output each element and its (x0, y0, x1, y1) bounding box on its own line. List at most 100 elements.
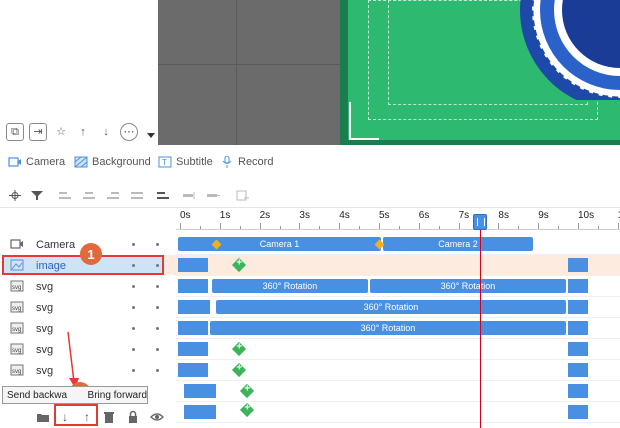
ruler-tick-label: 9s (538, 210, 549, 221)
add-row-icon[interactable] (182, 190, 196, 201)
lock-toggle[interactable] (156, 285, 159, 288)
add-keyframe-icon[interactable] (239, 402, 255, 418)
tab-camera[interactable]: Camera (8, 156, 65, 168)
stack-icon[interactable] (156, 190, 170, 201)
canvas-offstage (158, 0, 340, 145)
subtitle-icon: T (158, 156, 172, 168)
add-keyframe-icon[interactable] (239, 383, 255, 399)
more-icon[interactable]: ⋯ (120, 123, 138, 141)
ruler-minor-tick (438, 226, 440, 229)
arrange-buttons-highlight (54, 404, 98, 426)
trash-icon[interactable] (102, 410, 116, 424)
clip-start[interactable] (178, 300, 210, 314)
visibility-toggle[interactable] (132, 306, 135, 309)
layer-row-svg[interactable]: svg svg (0, 276, 176, 297)
lock-icon[interactable] (126, 410, 140, 424)
remove-row-icon[interactable] (206, 190, 220, 201)
layer-row-svg[interactable]: svg svg (0, 297, 176, 318)
tab-background[interactable]: Background (74, 156, 151, 168)
track-svg: 360° Rotation 360° Rotation (176, 276, 620, 297)
ruler-tick-label: 8s (498, 210, 509, 221)
timeline-toolbar (0, 184, 620, 208)
clip-end[interactable] (568, 258, 588, 272)
ruler-minor-tick (597, 226, 599, 229)
ruler-minor-tick (199, 226, 201, 229)
ruler-tick (180, 223, 181, 229)
ruler-tick-label: 6s (418, 210, 430, 221)
down-arrow-icon[interactable]: ↓ (97, 123, 115, 141)
ruler-tick (498, 223, 500, 229)
visibility-toggle[interactable] (132, 369, 135, 372)
track-svg: 360° Rotation (176, 318, 620, 339)
filter-icon[interactable] (30, 190, 44, 201)
lock-toggle[interactable] (156, 327, 159, 330)
align-right-icon[interactable] (106, 190, 120, 201)
track-svg (176, 402, 620, 423)
clip-start[interactable] (178, 258, 208, 272)
playhead-handle[interactable] (473, 214, 487, 230)
image-icon (10, 259, 24, 271)
ruler-minor-tick (359, 226, 361, 229)
rotation-clip[interactable]: 360° Rotation (216, 300, 566, 314)
rotation-clip[interactable]: 360° Rotation (212, 279, 368, 293)
rotation-clip[interactable]: 360° Rotation (370, 279, 566, 293)
collapse-icon[interactable] (146, 130, 156, 140)
clip-start[interactable] (178, 321, 208, 335)
layer-name: svg (36, 280, 54, 293)
visibility-toggle[interactable] (132, 285, 135, 288)
camera-clip-2[interactable]: Camera 2 (383, 237, 533, 251)
folder-icon[interactable] (36, 410, 50, 424)
visibility-toggle[interactable] (132, 264, 135, 267)
time-ruler[interactable]: 0s1s2s3s4s5s6s7s8s9s10s11s (176, 208, 620, 230)
clip-end[interactable] (568, 279, 588, 293)
rotation-clip[interactable]: 360° Rotation (210, 321, 566, 335)
svg-text:svg: svg (12, 306, 21, 312)
align-left-icon[interactable] (58, 190, 72, 201)
track-svg: 360° Rotation (176, 297, 620, 318)
clip-start[interactable] (184, 405, 216, 419)
ruler-tick-label: 5s (379, 210, 390, 221)
add-keyframe-icon[interactable] (231, 257, 247, 273)
up-arrow-icon[interactable]: ↑ (74, 123, 92, 141)
distribute-icon[interactable] (130, 190, 144, 201)
camera-clip-1[interactable]: Camera 1 (178, 237, 381, 251)
lock-toggle[interactable] (156, 369, 159, 372)
clip-end[interactable] (568, 300, 588, 314)
align-center-icon[interactable] (82, 190, 96, 201)
add-keyframe-icon[interactable] (231, 341, 247, 357)
lock-toggle[interactable] (156, 243, 159, 246)
ruler-minor-tick (558, 226, 560, 229)
add-keyframe-icon[interactable] (8, 190, 22, 201)
clip-end[interactable] (568, 384, 588, 398)
clip-start[interactable] (184, 384, 216, 398)
lock-toggle[interactable] (156, 306, 159, 309)
frame-icon[interactable]: ⧉ (6, 123, 24, 141)
tab-record[interactable]: Record (220, 156, 273, 168)
eye-icon[interactable] (150, 410, 164, 424)
clip-end[interactable] (568, 363, 588, 377)
ruler-tick (617, 223, 619, 229)
clip-end[interactable] (568, 321, 588, 335)
exit-icon[interactable]: ⇥ (29, 123, 47, 141)
visibility-toggle[interactable] (132, 327, 135, 330)
layer-name: Camera (36, 238, 76, 251)
visibility-toggle[interactable] (132, 348, 135, 351)
ruler-tick (418, 223, 420, 229)
clip-start[interactable] (178, 279, 208, 293)
clip-end[interactable] (568, 405, 588, 419)
clip-end[interactable] (568, 342, 588, 356)
lock-toggle[interactable] (156, 348, 159, 351)
clip-start[interactable] (178, 342, 208, 356)
microphone-icon (222, 156, 232, 168)
tab-subtitle[interactable]: T Subtitle (158, 156, 213, 168)
visibility-toggle[interactable] (132, 243, 135, 246)
lock-toggle[interactable] (156, 264, 159, 267)
annotation-arrow (67, 331, 79, 388)
export-icon[interactable] (236, 190, 250, 201)
track-svg (176, 381, 620, 402)
add-keyframe-icon[interactable] (231, 362, 247, 378)
ruler-tick (219, 223, 221, 229)
clip-start[interactable] (178, 363, 208, 377)
star-icon[interactable]: ☆ (52, 123, 70, 141)
canvas-stage[interactable] (348, 0, 620, 140)
